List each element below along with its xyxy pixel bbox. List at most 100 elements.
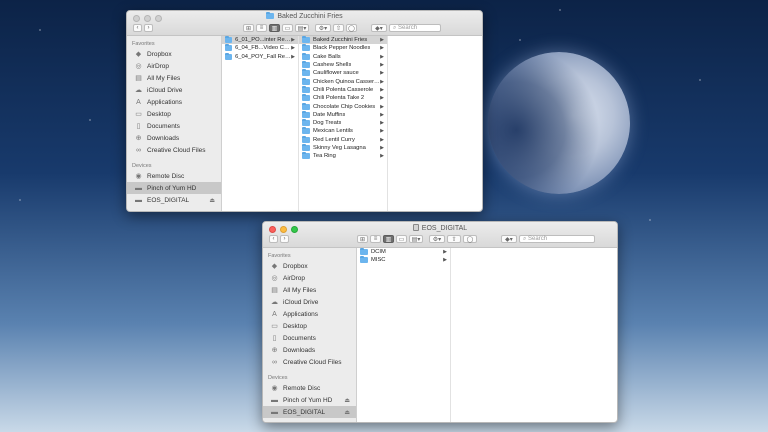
sidebar-item[interactable]: A Applications xyxy=(127,96,221,108)
sidebar-item[interactable]: ⊕ Downloads xyxy=(127,132,221,144)
forward-button[interactable]: › xyxy=(144,24,153,32)
folder-name: Cake Balls xyxy=(313,53,341,60)
sidebar-item[interactable]: ◆ Dropbox xyxy=(263,260,356,272)
sidebar-device-item[interactable]: ▬ Pinch of Yum HD ⏏ xyxy=(263,394,356,406)
tags-button[interactable]: ◯ xyxy=(463,235,477,243)
folder-row[interactable]: Red Lentil Curry ▶ xyxy=(299,135,387,144)
sidebar-item[interactable]: ▤ All My Files xyxy=(263,284,356,296)
downloads-icon: ⊕ xyxy=(271,347,278,354)
icon-view-button[interactable]: ⊞ xyxy=(357,235,368,243)
folder-name: DCIM xyxy=(371,249,386,256)
folder-row[interactable]: MISC ▶ xyxy=(357,256,450,264)
folder-row[interactable]: 6_04_POY_Fall Recipes ▶ xyxy=(222,52,298,61)
folder-row[interactable]: 6_04_FB...Video Course ▶ xyxy=(222,44,298,52)
sidebar-item[interactable]: ▭ Desktop xyxy=(127,108,221,120)
folder-row[interactable]: Cauliflower sauce ▶ xyxy=(299,69,387,77)
folder-row[interactable]: Chili Polenta Take 2 ▶ xyxy=(299,94,387,102)
cloud-icon: ☁ xyxy=(135,87,142,94)
back-button[interactable]: ‹ xyxy=(269,235,278,243)
sidebar-item[interactable]: ▯ Documents xyxy=(263,332,356,344)
chevron-right-icon: ▶ xyxy=(291,37,295,44)
folder-row[interactable]: Baked Zucchini Fries ▶ xyxy=(299,36,387,45)
sidebar-item[interactable]: A Applications xyxy=(263,308,356,320)
eject-icon[interactable]: ⏏ xyxy=(344,397,350,404)
search-input[interactable]: ⌕ Search xyxy=(389,24,441,32)
icon-view-button[interactable]: ⊞ xyxy=(243,24,254,32)
eject-icon[interactable]: ⏏ xyxy=(344,409,350,416)
dropbox-button[interactable]: ◆▾ xyxy=(371,24,387,32)
list-view-button[interactable]: ≡ xyxy=(370,235,381,243)
sidebar-item-label: Applications xyxy=(147,98,183,106)
group-button[interactable]: ▤▾ xyxy=(409,235,423,243)
cover-flow-button[interactable]: ▭ xyxy=(282,24,293,32)
folder-row[interactable]: Dog Treats ▶ xyxy=(299,119,387,127)
chevron-right-icon: ▶ xyxy=(380,86,384,93)
chevron-right-icon: ▶ xyxy=(380,62,384,69)
eject-icon[interactable]: ⏏ xyxy=(209,197,215,204)
sidebar-item-label: All My Files xyxy=(147,74,181,82)
folder-icon xyxy=(360,256,368,264)
documents-icon: ▯ xyxy=(136,123,141,130)
folder-row[interactable]: 6_01_PO...inter Recipes ▶ xyxy=(222,36,298,45)
folder-row[interactable]: Chocolate Chip Cookies ▶ xyxy=(299,102,387,110)
action-gear-button[interactable]: ⚙▾ xyxy=(315,24,331,32)
column-1: 6_01_PO...inter Recipes ▶ 6_04_FB...Vide… xyxy=(222,36,299,211)
sidebar-item[interactable]: ⊕ Downloads xyxy=(263,344,356,356)
folder-row[interactable]: Chili Polenta Casserole ▶ xyxy=(299,85,387,94)
sidebar-item[interactable]: ◎ AirDrop xyxy=(263,272,356,284)
sidebar-device-item[interactable]: ▬ EOS_DIGITAL ⏏ xyxy=(127,194,221,206)
sidebar-item[interactable]: ∞ Creative Cloud Files xyxy=(127,144,221,156)
sidebar-item[interactable]: ☁ iCloud Drive xyxy=(127,84,221,96)
titlebar[interactable]: Baked Zucchini Fries ‹ › ⊞ ≡ ▥ ▭ ▤▾ ⚙▾ ⇧… xyxy=(127,11,482,36)
share-button[interactable]: ⇧ xyxy=(333,24,344,32)
sidebar-item[interactable]: ∞ Creative Cloud Files xyxy=(263,356,356,368)
search-input[interactable]: ⌕ Search xyxy=(519,235,595,243)
sidebar-item[interactable]: ◎ AirDrop xyxy=(127,60,221,72)
drive-icon: ▬ xyxy=(135,196,142,204)
folder-icon xyxy=(302,119,310,127)
sidebar-item-label: Creative Cloud Files xyxy=(283,358,342,366)
tags-button[interactable]: ◯ xyxy=(346,24,357,32)
disc-icon: ◉ xyxy=(271,385,278,392)
sidebar-item-label: iCloud Drive xyxy=(147,86,183,94)
sidebar-item[interactable]: ▤ All My Files xyxy=(127,72,221,84)
column-view-button[interactable]: ▥ xyxy=(383,235,394,243)
folder-row[interactable]: Cake Balls ▶ xyxy=(299,52,387,61)
back-button[interactable]: ‹ xyxy=(133,24,142,32)
folder-row[interactable]: Date Muffins ▶ xyxy=(299,110,387,119)
sidebar-item[interactable]: ▭ Desktop xyxy=(263,320,356,332)
folder-row[interactable]: Black Pepper Noodles ▶ xyxy=(299,44,387,52)
folder-row[interactable]: DCIM ▶ xyxy=(357,248,450,256)
folder-icon xyxy=(302,36,310,44)
chevron-right-icon: ▶ xyxy=(380,78,384,85)
folder-row[interactable]: Chicken Quinoa Casserole ▶ xyxy=(299,77,387,85)
share-button[interactable]: ⇧ xyxy=(447,235,461,243)
folder-icon xyxy=(302,110,310,118)
folder-row[interactable]: Skinny Veg Lasagna ▶ xyxy=(299,144,387,152)
all-files-icon: ▤ xyxy=(271,287,278,294)
folder-row[interactable]: Tea Ring ▶ xyxy=(299,152,387,160)
finder-window-top[interactable]: Baked Zucchini Fries ‹ › ⊞ ≡ ▥ ▭ ▤▾ ⚙▾ ⇧… xyxy=(126,10,483,212)
sidebar-item[interactable]: ☁ iCloud Drive xyxy=(263,296,356,308)
list-view-button[interactable]: ≡ xyxy=(256,24,267,32)
sidebar-device-item[interactable]: ◉ Remote Disc xyxy=(127,170,221,182)
folder-row[interactable]: Mexican Lentils ▶ xyxy=(299,127,387,135)
sidebar-device-item[interactable]: ◉ Remote Disc xyxy=(263,382,356,394)
titlebar[interactable]: EOS_DIGITAL ‹ › ⊞ ≡ ▥ ▭ ▤▾ ⚙▾ ⇧ ◯ ◆▾ ⌕ S… xyxy=(263,222,617,248)
column-view-button[interactable]: ▥ xyxy=(269,24,280,32)
action-gear-button[interactable]: ⚙▾ xyxy=(429,235,445,243)
toolbar: ‹ › ⊞ ≡ ▥ ▭ ▤▾ ⚙▾ ⇧ ◯ ◆▾ ⌕ Search xyxy=(269,235,595,243)
sidebar-device-item[interactable]: ▬ Pinch of Yum HD xyxy=(127,182,221,194)
folder-name: Date Muffins xyxy=(313,111,346,118)
forward-button[interactable]: › xyxy=(280,235,289,243)
folder-row[interactable]: Cashew Shells ▶ xyxy=(299,61,387,69)
sidebar-item[interactable]: ▯ Documents xyxy=(127,120,221,132)
cover-flow-button[interactable]: ▭ xyxy=(396,235,407,243)
dropbox-button[interactable]: ◆▾ xyxy=(501,235,517,243)
sidebar-device-item[interactable]: ▬ EOS_DIGITAL ⏏ xyxy=(263,406,356,418)
sidebar-item[interactable]: ◆ Dropbox xyxy=(127,48,221,60)
devices-heading: Devices xyxy=(132,163,152,169)
finder-window-bottom[interactable]: EOS_DIGITAL ‹ › ⊞ ≡ ▥ ▭ ▤▾ ⚙▾ ⇧ ◯ ◆▾ ⌕ S… xyxy=(262,221,618,423)
sidebar-item-label: Documents xyxy=(283,334,316,342)
group-button[interactable]: ▤▾ xyxy=(295,24,309,32)
